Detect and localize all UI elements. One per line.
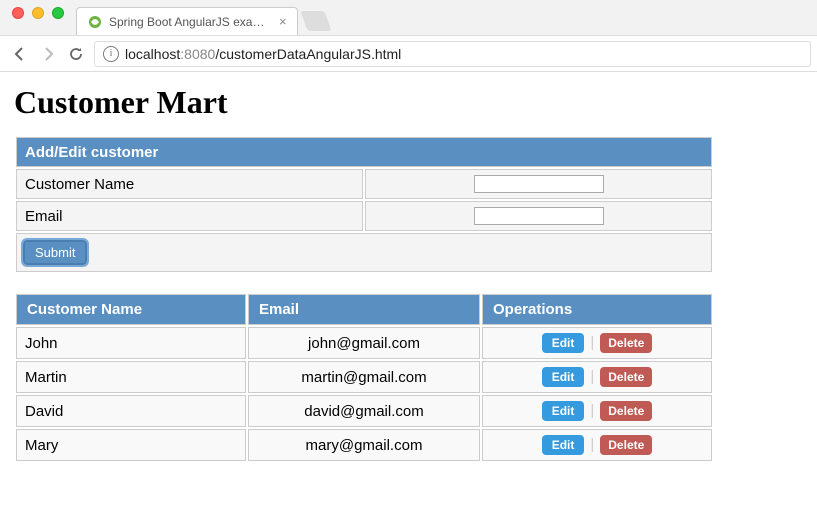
cell-ops: Edit | Delete bbox=[482, 327, 712, 359]
table-row: Martinmartin@gmail.com Edit | Delete bbox=[16, 361, 712, 393]
url-path: /customerDataAngularJS.html bbox=[215, 46, 401, 62]
browser-address-bar: i localhost:8080/customerDataAngularJS.h… bbox=[0, 36, 817, 72]
edit-button[interactable]: Edit bbox=[542, 333, 585, 353]
delete-button[interactable]: Delete bbox=[600, 401, 652, 421]
cell-email: john@gmail.com bbox=[248, 327, 480, 359]
forward-button bbox=[34, 40, 62, 68]
name-label: Customer Name bbox=[16, 169, 363, 199]
table-row: Marymary@gmail.com Edit | Delete bbox=[16, 429, 712, 461]
col-header-ops: Operations bbox=[482, 294, 712, 325]
url-input[interactable]: i localhost:8080/customerDataAngularJS.h… bbox=[94, 41, 811, 67]
cell-email: martin@gmail.com bbox=[248, 361, 480, 393]
edit-button[interactable]: Edit bbox=[542, 367, 585, 387]
submit-button[interactable]: Submit bbox=[23, 240, 87, 265]
cell-ops: Edit | Delete bbox=[482, 395, 712, 427]
table-row: Daviddavid@gmail.com Edit | Delete bbox=[16, 395, 712, 427]
delete-button[interactable]: Delete bbox=[600, 333, 652, 353]
separator: | bbox=[590, 334, 594, 351]
customer-table: Customer Name Email Operations Johnjohn@… bbox=[14, 292, 714, 463]
cell-name: David bbox=[16, 395, 246, 427]
cell-name: John bbox=[16, 327, 246, 359]
cell-ops: Edit | Delete bbox=[482, 361, 712, 393]
col-header-name: Customer Name bbox=[16, 294, 246, 325]
favicon-icon bbox=[87, 14, 103, 30]
separator: | bbox=[590, 402, 594, 419]
window-controls bbox=[0, 7, 76, 29]
maximize-window-icon[interactable] bbox=[52, 7, 64, 19]
form-header: Add/Edit customer bbox=[16, 137, 712, 167]
table-row: Johnjohn@gmail.com Edit | Delete bbox=[16, 327, 712, 359]
separator: | bbox=[590, 436, 594, 453]
site-info-icon[interactable]: i bbox=[103, 46, 119, 62]
col-header-email: Email bbox=[248, 294, 480, 325]
email-label: Email bbox=[16, 201, 363, 231]
cell-name: Mary bbox=[16, 429, 246, 461]
cell-name: Martin bbox=[16, 361, 246, 393]
delete-button[interactable]: Delete bbox=[600, 367, 652, 387]
page-content: Customer Mart Add/Edit customer Customer… bbox=[0, 72, 817, 475]
browser-tab-bar: Spring Boot AngularJS examp × bbox=[0, 0, 817, 36]
url-host: localhost bbox=[125, 46, 180, 62]
minimize-window-icon[interactable] bbox=[32, 7, 44, 19]
cell-email: david@gmail.com bbox=[248, 395, 480, 427]
back-button[interactable] bbox=[6, 40, 34, 68]
browser-tab[interactable]: Spring Boot AngularJS examp × bbox=[76, 7, 298, 35]
tab-title: Spring Boot AngularJS examp bbox=[109, 15, 269, 29]
separator: | bbox=[590, 368, 594, 385]
close-tab-icon[interactable]: × bbox=[279, 14, 287, 29]
new-tab-button[interactable] bbox=[300, 11, 331, 31]
delete-button[interactable]: Delete bbox=[600, 435, 652, 455]
edit-button[interactable]: Edit bbox=[542, 435, 585, 455]
customer-form: Add/Edit customer Customer Name Email Su… bbox=[14, 135, 714, 274]
name-input[interactable] bbox=[474, 175, 604, 193]
page-title: Customer Mart bbox=[14, 84, 803, 121]
cell-ops: Edit | Delete bbox=[482, 429, 712, 461]
cell-email: mary@gmail.com bbox=[248, 429, 480, 461]
close-window-icon[interactable] bbox=[12, 7, 24, 19]
reload-button[interactable] bbox=[62, 40, 90, 68]
url-port: :8080 bbox=[180, 46, 215, 62]
edit-button[interactable]: Edit bbox=[542, 401, 585, 421]
email-input[interactable] bbox=[474, 207, 604, 225]
